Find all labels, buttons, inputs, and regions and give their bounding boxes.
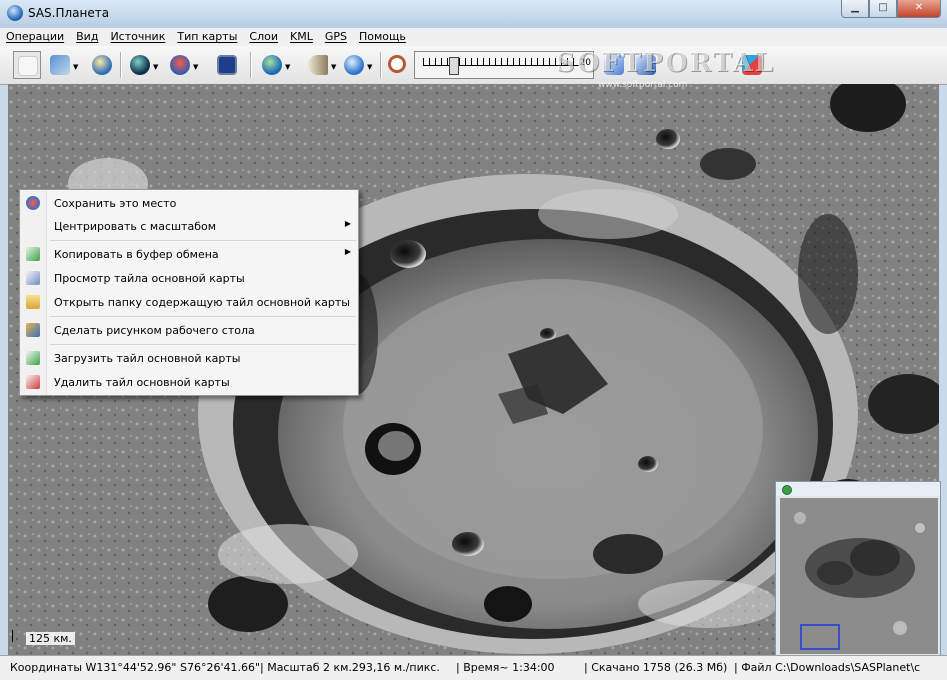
menu-item-center-zoom[interactable]: Центрировать с масштабом ▶ (20, 216, 358, 238)
scale-label: 125 км. (26, 632, 75, 645)
window-title: SAS.Планета (28, 6, 110, 20)
menu-separator (50, 240, 356, 241)
wallpaper-icon (26, 323, 40, 337)
menu-help[interactable]: Помощь (353, 28, 412, 46)
toolbar-separator (120, 52, 122, 78)
context-menu-label: Сделать рисунком рабочего стола (54, 324, 255, 337)
delete-tile-icon (26, 375, 40, 389)
menu-layers[interactable]: Слои (243, 28, 284, 46)
context-menu-label: Загрузить тайл основной карты (54, 352, 241, 365)
mini-map-viewport-frame[interactable] (800, 624, 840, 650)
bookmark-pin-icon (26, 196, 40, 210)
menu-item-save-place[interactable]: Сохранить это место (20, 193, 358, 215)
hand-tool-icon (18, 56, 38, 76)
status-scale: | Масштаб 2 км.293,16 м./пикс. (260, 661, 440, 674)
submenu-arrow-icon: ▶ (344, 219, 351, 228)
scroll-map-icon (50, 55, 70, 75)
globe-view-button[interactable] (88, 51, 116, 79)
shade-icon (308, 55, 328, 75)
status-bar: Координаты W131°44'52.96" S76°26'41.66" … (0, 655, 947, 680)
menu-operations[interactable]: Операции (0, 28, 70, 46)
shade-button[interactable]: ▼ (304, 51, 336, 79)
toolbar: ▼ ▼ ▼ ▼ ▼ ▼ 20 (0, 46, 947, 85)
zoom-thumb[interactable] (449, 57, 459, 75)
minimize-button[interactable]: ▁ (841, 0, 869, 18)
dropdown-arrow-icon: ▼ (331, 63, 337, 71)
menu-map-type[interactable]: Тип карты (171, 28, 243, 46)
context-menu-label: Копировать в буфер обмена (54, 248, 219, 261)
menu-gps[interactable]: GPS (319, 28, 353, 46)
network-globe-button[interactable]: ▼ (258, 51, 290, 79)
app-window: SAS.Планета ▁ □ ✕ Операции Вид Источник … (0, 0, 947, 680)
status-coordinates: Координаты W131°44'52.96" S76°26'41.66" (10, 661, 261, 674)
status-time: | Время~ 1:34:00 (456, 661, 555, 674)
context-menu-label: Сохранить это место (54, 197, 177, 210)
monitor-icon (217, 55, 237, 75)
maximize-button[interactable]: □ (869, 0, 897, 18)
toolbar-separator (380, 52, 382, 78)
title-bar[interactable]: SAS.Планета ▁ □ ✕ (0, 0, 947, 29)
mini-map-view[interactable] (780, 498, 938, 654)
view-tile-icon (26, 271, 40, 285)
world-settings-icon (344, 55, 364, 75)
scroll-map-button[interactable]: ▼ (46, 51, 78, 79)
sat-globe-icon (130, 55, 150, 75)
monitor-button[interactable] (213, 51, 241, 79)
menu-item-view-tile[interactable]: Просмотр тайла основной карты (20, 268, 358, 290)
menu-separator (50, 344, 356, 345)
zoom-out-button[interactable] (384, 51, 412, 79)
menu-item-open-folder[interactable]: Открыть папку содержащую тайл основной к… (20, 292, 358, 314)
copy-clipboard-icon (26, 247, 40, 261)
context-menu: Сохранить это место Центрировать с масшт… (19, 189, 359, 396)
watermark-url: www.softportal.com (598, 80, 688, 90)
zoom-icon (388, 55, 406, 73)
watermark-logo: SOFTPORTAL (556, 48, 775, 78)
map-marker-icon (170, 55, 190, 75)
mini-map-panel[interactable] (775, 481, 941, 657)
globe-view-icon (92, 55, 112, 75)
dropdown-arrow-icon: ▼ (285, 63, 291, 71)
folder-open-icon (26, 295, 40, 309)
mini-map-toggle-icon[interactable] (782, 485, 792, 495)
menu-item-copy-clipboard[interactable]: Копировать в буфер обмена ▶ (20, 244, 358, 266)
dropdown-arrow-icon: ▼ (73, 63, 79, 71)
dropdown-arrow-icon: ▼ (367, 63, 373, 71)
menu-view[interactable]: Вид (70, 28, 104, 46)
sat-globe-button[interactable]: ▼ (126, 51, 158, 79)
scale-bar: 125 км. (8, 630, 88, 646)
menu-item-set-wallpaper[interactable]: Сделать рисунком рабочего стола (20, 320, 358, 342)
dropdown-arrow-icon: ▼ (153, 63, 159, 71)
status-downloaded: | Скачано 1758 (26.3 Мб) (584, 661, 728, 674)
app-globe-icon (7, 5, 23, 21)
menu-separator (50, 316, 356, 317)
menu-item-delete-tile[interactable]: Удалить тайл основной карты (20, 372, 358, 394)
scale-tick (12, 630, 13, 642)
submenu-arrow-icon: ▶ (344, 247, 351, 256)
context-menu-label: Центрировать с масштабом (54, 220, 217, 233)
status-file: | Файл C:\Downloads\SASPlanet\c (734, 661, 921, 674)
menu-bar: Операции Вид Источник Тип карты Слои KML… (0, 28, 947, 46)
window-controls: ▁ □ ✕ (841, 0, 941, 18)
dropdown-arrow-icon: ▼ (193, 63, 199, 71)
world-settings-button[interactable]: ▼ (340, 51, 372, 79)
mini-map-header (776, 482, 940, 496)
toolbar-separator (250, 52, 252, 78)
context-menu-label: Удалить тайл основной карты (54, 376, 230, 389)
menu-kml[interactable]: KML (284, 28, 319, 46)
map-marker-button[interactable]: ▼ (166, 51, 198, 79)
download-tile-icon (26, 351, 40, 365)
hand-tool-button[interactable] (13, 51, 41, 79)
close-button[interactable]: ✕ (897, 0, 941, 18)
context-menu-label: Просмотр тайла основной карты (54, 272, 245, 285)
context-menu-label: Открыть папку содержащую тайл основной к… (54, 296, 350, 309)
network-globe-icon (262, 55, 282, 75)
menu-source[interactable]: Источник (104, 28, 171, 46)
menu-item-download-tile[interactable]: Загрузить тайл основной карты (20, 348, 358, 370)
